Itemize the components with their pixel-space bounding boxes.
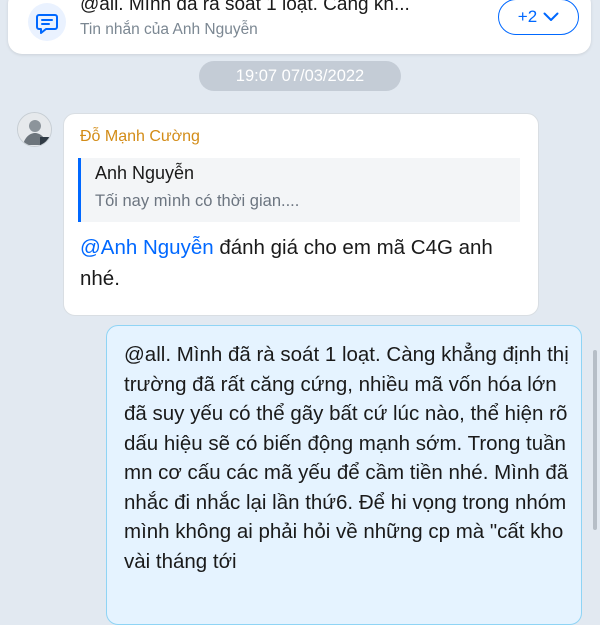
pinned-message-title: @all. Mình đã rà soát 1 loạt. Càng kh...	[80, 0, 410, 15]
outgoing-message-bubble[interactable]: @all. Mình đã rà soát 1 loạt. Càng khẳng…	[106, 325, 582, 625]
incoming-message-bubble[interactable]: Đỗ Mạnh Cường Anh Nguyễn Tối nay mình có…	[63, 113, 539, 316]
timestamp-badge: 19:07 07/03/2022	[199, 61, 401, 91]
quoted-text: Tối nay mình có thời gian....	[95, 192, 300, 210]
avatar-photo-icon	[18, 113, 51, 146]
message-text: @Anh Nguyễn đánh giá cho em mã C4G anh n…	[80, 232, 530, 294]
scrollbar[interactable]	[593, 350, 597, 530]
pinned-message-source: Tin nhắn của Anh Nguyễn	[80, 21, 258, 38]
message-text: @all. Mình đã rà soát 1 loạt. Càng khẳng…	[124, 343, 569, 573]
mention-link[interactable]: @Anh Nguyễn	[80, 236, 214, 259]
pinned-message-bar[interactable]: @all. Mình đã rà soát 1 loạt. Càng kh...…	[8, 0, 591, 54]
chat-bubble-icon	[28, 3, 66, 41]
more-pinned-button[interactable]: +2	[498, 0, 579, 35]
avatar[interactable]	[17, 112, 52, 147]
quoted-message[interactable]: Anh Nguyễn Tối nay mình có thời gian....	[78, 158, 520, 222]
sender-name[interactable]: Đỗ Mạnh Cường	[80, 128, 200, 146]
more-pinned-count: +2	[517, 7, 538, 26]
chevron-down-icon	[543, 12, 559, 21]
quoted-author: Anh Nguyễn	[95, 163, 195, 183]
